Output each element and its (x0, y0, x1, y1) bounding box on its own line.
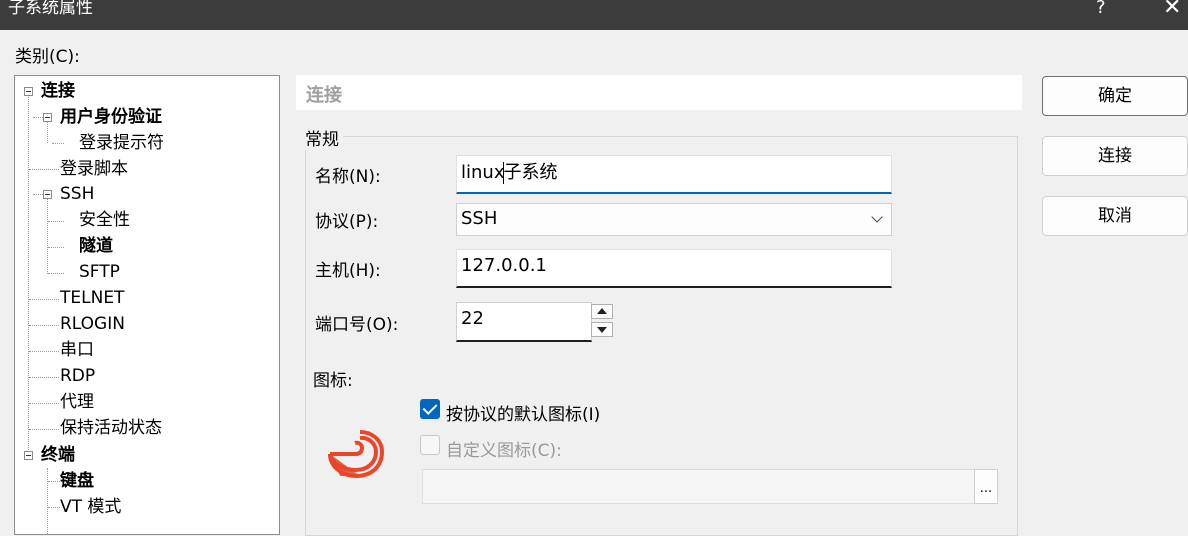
group-title: 常规 (305, 125, 343, 150)
chevron-down-icon (871, 211, 883, 223)
collapse-icon[interactable] (24, 451, 33, 460)
tree-item-vt-mode[interactable]: VT 模式 (60, 495, 121, 519)
tree-line (47, 198, 48, 274)
tree-item-rdp[interactable]: RDP (60, 364, 95, 388)
tree-line (48, 273, 64, 274)
tree-line (29, 429, 59, 430)
window-title: 子系统属性 (8, 0, 93, 18)
tree-line (29, 169, 59, 170)
tree-item-connection[interactable]: 连接 (41, 79, 75, 103)
tree-line (48, 507, 60, 508)
ok-button[interactable]: 确定 (1042, 76, 1188, 116)
cancel-button[interactable]: 取消 (1042, 196, 1188, 236)
tree-line (47, 468, 48, 534)
close-button[interactable]: ✕ (1163, 0, 1181, 22)
tree-item-tunnel[interactable]: 隧道 (79, 234, 113, 258)
section-header: 连接 (296, 75, 1022, 110)
section-title: 连接 (306, 85, 342, 106)
custom-icon-checkbox[interactable] (420, 435, 440, 455)
collapse-icon[interactable] (43, 190, 52, 199)
custom-icon-label: 自定义图标(C): (446, 441, 562, 461)
protocol-label: 协议(P): (315, 212, 379, 232)
tree-line (29, 377, 59, 378)
tree-line (29, 299, 59, 300)
spin-up-button[interactable] (591, 304, 613, 319)
custom-icon-path-input[interactable] (422, 469, 975, 504)
tree-line (47, 121, 48, 143)
tree-item-keepalive[interactable]: 保持活动状态 (60, 416, 162, 440)
tree-item-security[interactable]: 安全性 (79, 208, 130, 232)
tree-item-sftp[interactable]: SFTP (79, 260, 120, 284)
tree-line (29, 351, 59, 352)
default-icon-label: 按协议的默认图标(I) (446, 405, 601, 425)
title-bar: 子系统属性 ? ✕ (0, 0, 1188, 30)
tree-item-keyboard[interactable]: 键盘 (60, 469, 94, 493)
tree-item-serial[interactable]: 串口 (60, 338, 94, 362)
tree-item-user-auth[interactable]: 用户身份验证 (60, 105, 162, 129)
protocol-select[interactable]: SSH (456, 203, 892, 236)
category-tree[interactable]: 连接 用户身份验证 登录提示符 登录脚本 SSH 安全性 隧道 SFTP TEL… (14, 75, 280, 535)
arrow-down-icon (597, 327, 607, 333)
tree-line (29, 325, 59, 326)
tree-line (29, 403, 59, 404)
category-label: 类别(C): (15, 47, 80, 67)
icon-label: 图标: (313, 371, 353, 391)
tree-item-login-script[interactable]: 登录脚本 (60, 157, 128, 181)
default-icon-checkbox[interactable] (420, 399, 440, 419)
connect-button[interactable]: 连接 (1042, 136, 1188, 176)
tree-item-ssh[interactable]: SSH (60, 182, 94, 206)
tree-item-rlogin[interactable]: RLOGIN (60, 312, 125, 336)
tree-item-terminal[interactable]: 终端 (41, 443, 75, 467)
name-label: 名称(N): (315, 167, 381, 187)
protocol-spiral-icon (328, 430, 384, 479)
tree-item-proxy[interactable]: 代理 (60, 390, 94, 414)
spin-down-button[interactable] (591, 322, 613, 337)
host-input[interactable]: 127.0.0.1 (456, 249, 892, 288)
help-button[interactable]: ? (1096, 0, 1106, 20)
port-input[interactable]: 22 (456, 302, 592, 342)
name-value-part2: 子系统 (503, 162, 558, 183)
port-label: 端口号(O): (315, 315, 399, 335)
tree-line (48, 481, 60, 482)
name-input[interactable]: linux子系统 (456, 155, 892, 194)
name-value-part1: linux (461, 162, 505, 183)
host-label: 主机(H): (315, 261, 381, 281)
arrow-up-icon (597, 308, 607, 314)
tree-line (52, 143, 64, 144)
tree-line (33, 117, 43, 118)
browse-button[interactable]: ... (974, 469, 998, 504)
collapse-icon[interactable] (24, 87, 33, 96)
tree-item-telnet[interactable]: TELNET (60, 286, 124, 310)
protocol-value: SSH (461, 208, 498, 229)
tree-line (33, 194, 43, 195)
tree-line (48, 221, 64, 222)
collapse-icon[interactable] (43, 113, 52, 122)
tree-line (48, 247, 64, 248)
tree-item-login-prompt[interactable]: 登录提示符 (79, 131, 164, 155)
